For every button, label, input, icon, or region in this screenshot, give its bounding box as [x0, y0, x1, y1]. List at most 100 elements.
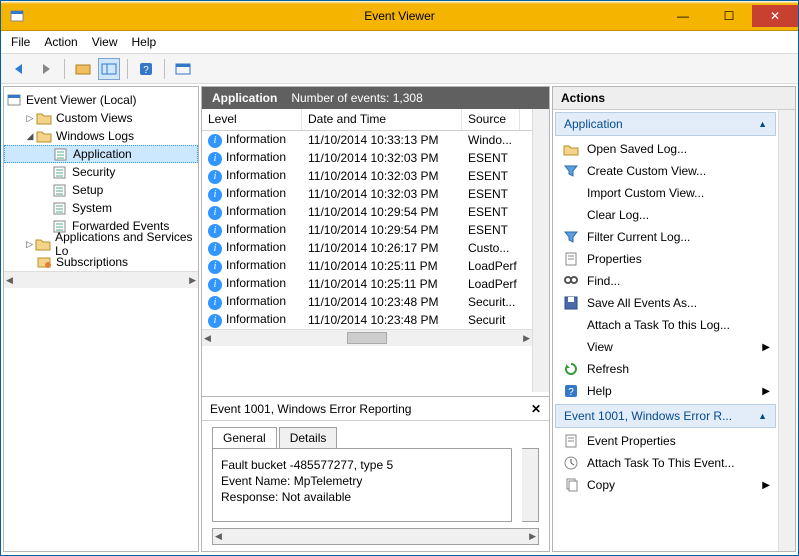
action-item[interactable]: Attach Task To This Event...: [553, 452, 778, 474]
tree-icon: [36, 254, 52, 270]
panel-button[interactable]: [98, 58, 120, 80]
info-icon: i: [208, 134, 222, 148]
event-row[interactable]: iInformation11/10/2014 10:23:48 PMSecuri…: [202, 311, 532, 329]
col-source[interactable]: Source: [462, 109, 520, 130]
action-label: Attach a Task To this Log...: [587, 318, 730, 332]
event-row[interactable]: iInformation11/10/2014 10:25:11 PMLoadPe…: [202, 275, 532, 293]
props-icon: [563, 251, 579, 267]
tree-twisty-icon[interactable]: ◢: [24, 131, 36, 142]
forward-button[interactable]: [35, 58, 57, 80]
action-item[interactable]: Open Saved Log...: [553, 138, 778, 160]
tree-label: Windows Logs: [56, 129, 134, 143]
action-label: Help: [587, 384, 612, 398]
action-label: Clear Log...: [587, 208, 649, 222]
event-row[interactable]: iInformation11/10/2014 10:29:54 PMESENT: [202, 203, 532, 221]
props-icon: [563, 433, 579, 449]
detail-line: Response: Not available: [221, 489, 503, 505]
back-button[interactable]: [9, 58, 31, 80]
action-label: Event Properties: [587, 434, 676, 448]
action-item[interactable]: Copy▶: [553, 474, 778, 496]
nav-tree[interactable]: Event Viewer (Local) ▷Custom Views ◢ Windo…: [3, 86, 199, 552]
info-icon: i: [208, 314, 222, 328]
action-item[interactable]: Event Properties: [553, 430, 778, 452]
tree-twisty-icon[interactable]: ▷: [24, 113, 36, 124]
content-title: Application: [212, 91, 277, 105]
actions-section-app[interactable]: Application▲: [555, 112, 776, 136]
content-count: Number of events: 1,308: [291, 91, 422, 105]
tree-item[interactable]: ◢ Windows Logs: [4, 127, 198, 145]
detail-close-icon[interactable]: ✕: [531, 402, 541, 416]
action-item[interactable]: View ▶: [553, 336, 778, 358]
action-item[interactable]: Find...: [553, 270, 778, 292]
action-item[interactable]: Import Custom View...: [553, 182, 778, 204]
detail-line: Event Name: MpTelemetry: [221, 473, 503, 489]
tree-item[interactable]: ▷Applications and Services Lo: [4, 235, 198, 253]
window-title: Event Viewer: [364, 9, 434, 23]
tree-icon: [52, 182, 68, 198]
tree-root[interactable]: Event Viewer (Local): [4, 91, 198, 109]
help-button[interactable]: ?: [135, 58, 157, 80]
actions-section-event[interactable]: Event 1001, Windows Error R...▲: [555, 404, 776, 428]
close-button[interactable]: ✕: [752, 5, 798, 27]
menu-view[interactable]: View: [92, 35, 118, 49]
show-hide-button[interactable]: [72, 58, 94, 80]
grid-hscroll[interactable]: ◀▶: [202, 329, 532, 346]
submenu-icon: ▶: [762, 342, 770, 353]
action-label: Open Saved Log...: [587, 142, 687, 156]
maximize-button[interactable]: ☐: [706, 5, 752, 27]
event-row[interactable]: iInformation11/10/2014 10:32:03 PMESENT: [202, 185, 532, 203]
tab-general[interactable]: General: [212, 427, 277, 448]
tree-twisty-icon[interactable]: ▷: [24, 239, 35, 250]
detail-hscroll[interactable]: ◀▶: [212, 528, 539, 545]
tree-item[interactable]: System: [4, 199, 198, 217]
event-row[interactable]: iInformation11/10/2014 10:25:11 PMLoadPe…: [202, 257, 532, 275]
tree-icon: [36, 128, 52, 144]
action-item[interactable]: Clear Log...: [553, 204, 778, 226]
action-item[interactable]: Attach a Task To this Log...: [553, 314, 778, 336]
event-grid[interactable]: Level Date and Time Source iInformation1…: [202, 109, 532, 392]
menu-help[interactable]: Help: [132, 35, 157, 49]
col-datetime[interactable]: Date and Time: [302, 109, 462, 130]
tab-details[interactable]: Details: [279, 427, 338, 448]
info-icon: i: [208, 206, 222, 220]
info-icon: i: [208, 152, 222, 166]
tree-root-label: Event Viewer (Local): [26, 93, 137, 107]
tree-icon: [36, 110, 52, 126]
info-icon: i: [208, 224, 222, 238]
event-row[interactable]: iInformation11/10/2014 10:29:54 PMESENT: [202, 221, 532, 239]
action-item[interactable]: Properties: [553, 248, 778, 270]
event-row[interactable]: iInformation11/10/2014 10:32:03 PMESENT: [202, 167, 532, 185]
nav-scrollbar[interactable]: ◀▶: [4, 271, 198, 288]
detail-title: Event 1001, Windows Error Reporting: [210, 402, 411, 416]
tree-icon: [53, 146, 69, 162]
blank-icon: [563, 339, 579, 355]
menu-file[interactable]: File: [11, 35, 30, 49]
view-button[interactable]: [172, 58, 194, 80]
refresh-icon: [563, 361, 579, 377]
tree-item[interactable]: ▷Custom Views: [4, 109, 198, 127]
action-item[interactable]: Save All Events As...: [553, 292, 778, 314]
action-label: View: [587, 340, 613, 354]
open-icon: [563, 141, 579, 157]
action-item[interactable]: ?Help▶: [553, 380, 778, 402]
blank-icon: [563, 317, 579, 333]
event-row[interactable]: iInformation11/10/2014 10:23:48 PMSecuri…: [202, 293, 532, 311]
event-row[interactable]: iInformation11/10/2014 10:32:03 PMESENT: [202, 149, 532, 167]
content-header: Application Number of events: 1,308: [202, 87, 549, 109]
detail-vscroll[interactable]: [522, 448, 539, 522]
grid-vscroll[interactable]: [532, 109, 549, 392]
tree-item[interactable]: Application: [4, 145, 198, 163]
action-item[interactable]: Refresh: [553, 358, 778, 380]
minimize-button[interactable]: —: [660, 5, 706, 27]
tree-item[interactable]: Setup: [4, 181, 198, 199]
action-item[interactable]: Create Custom View...: [553, 160, 778, 182]
tree-item[interactable]: Security: [4, 163, 198, 181]
help-icon: ?: [563, 383, 579, 399]
event-row[interactable]: iInformation11/10/2014 10:26:17 PMCusto.…: [202, 239, 532, 257]
menu-action[interactable]: Action: [44, 35, 77, 49]
col-level[interactable]: Level: [202, 109, 302, 130]
event-row[interactable]: iInformation11/10/2014 10:33:13 PMWindo.…: [202, 131, 532, 149]
action-item[interactable]: Filter Current Log...: [553, 226, 778, 248]
action-label: Find...: [587, 274, 620, 288]
actions-vscroll[interactable]: [778, 110, 795, 551]
